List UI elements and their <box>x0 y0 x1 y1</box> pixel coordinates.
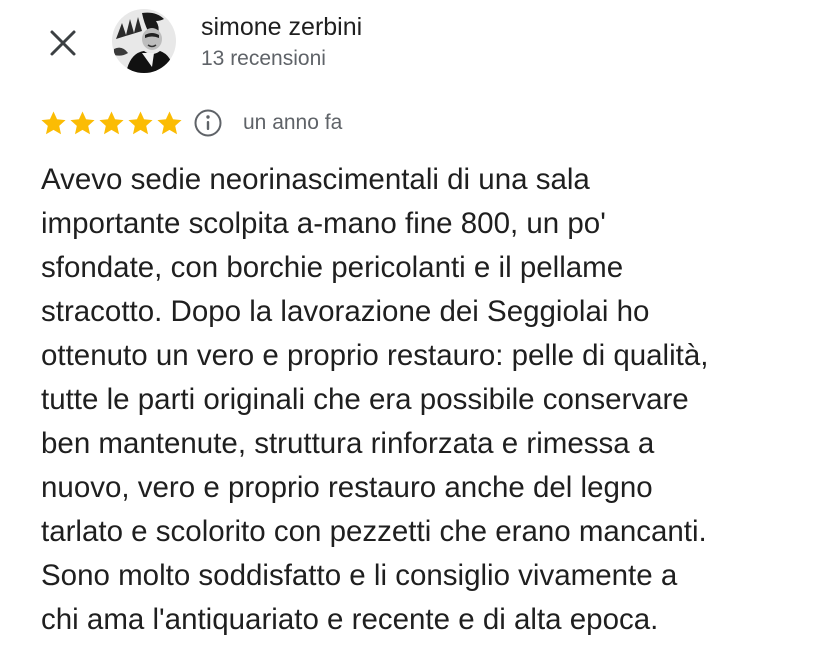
review-date: un anno fa <box>243 111 343 134</box>
user-avatar[interactable] <box>112 9 176 73</box>
star-icon <box>70 110 95 134</box>
review-count: 13 recensioni <box>201 47 326 70</box>
review-header: simone zerbini 13 recensioni <box>0 0 828 90</box>
reviewer-name[interactable]: simone zerbini <box>201 10 362 44</box>
review-text: Avevo sedie neorinascimentali di una sal… <box>41 163 709 636</box>
star-icon <box>99 110 124 134</box>
star-rating <box>40 110 185 137</box>
star-icon <box>157 110 182 134</box>
star-icon <box>41 110 66 134</box>
info-icon[interactable] <box>193 108 223 138</box>
rating-row: un anno fa <box>40 106 342 140</box>
star-icon <box>128 110 153 134</box>
close-icon[interactable] <box>44 24 82 62</box>
